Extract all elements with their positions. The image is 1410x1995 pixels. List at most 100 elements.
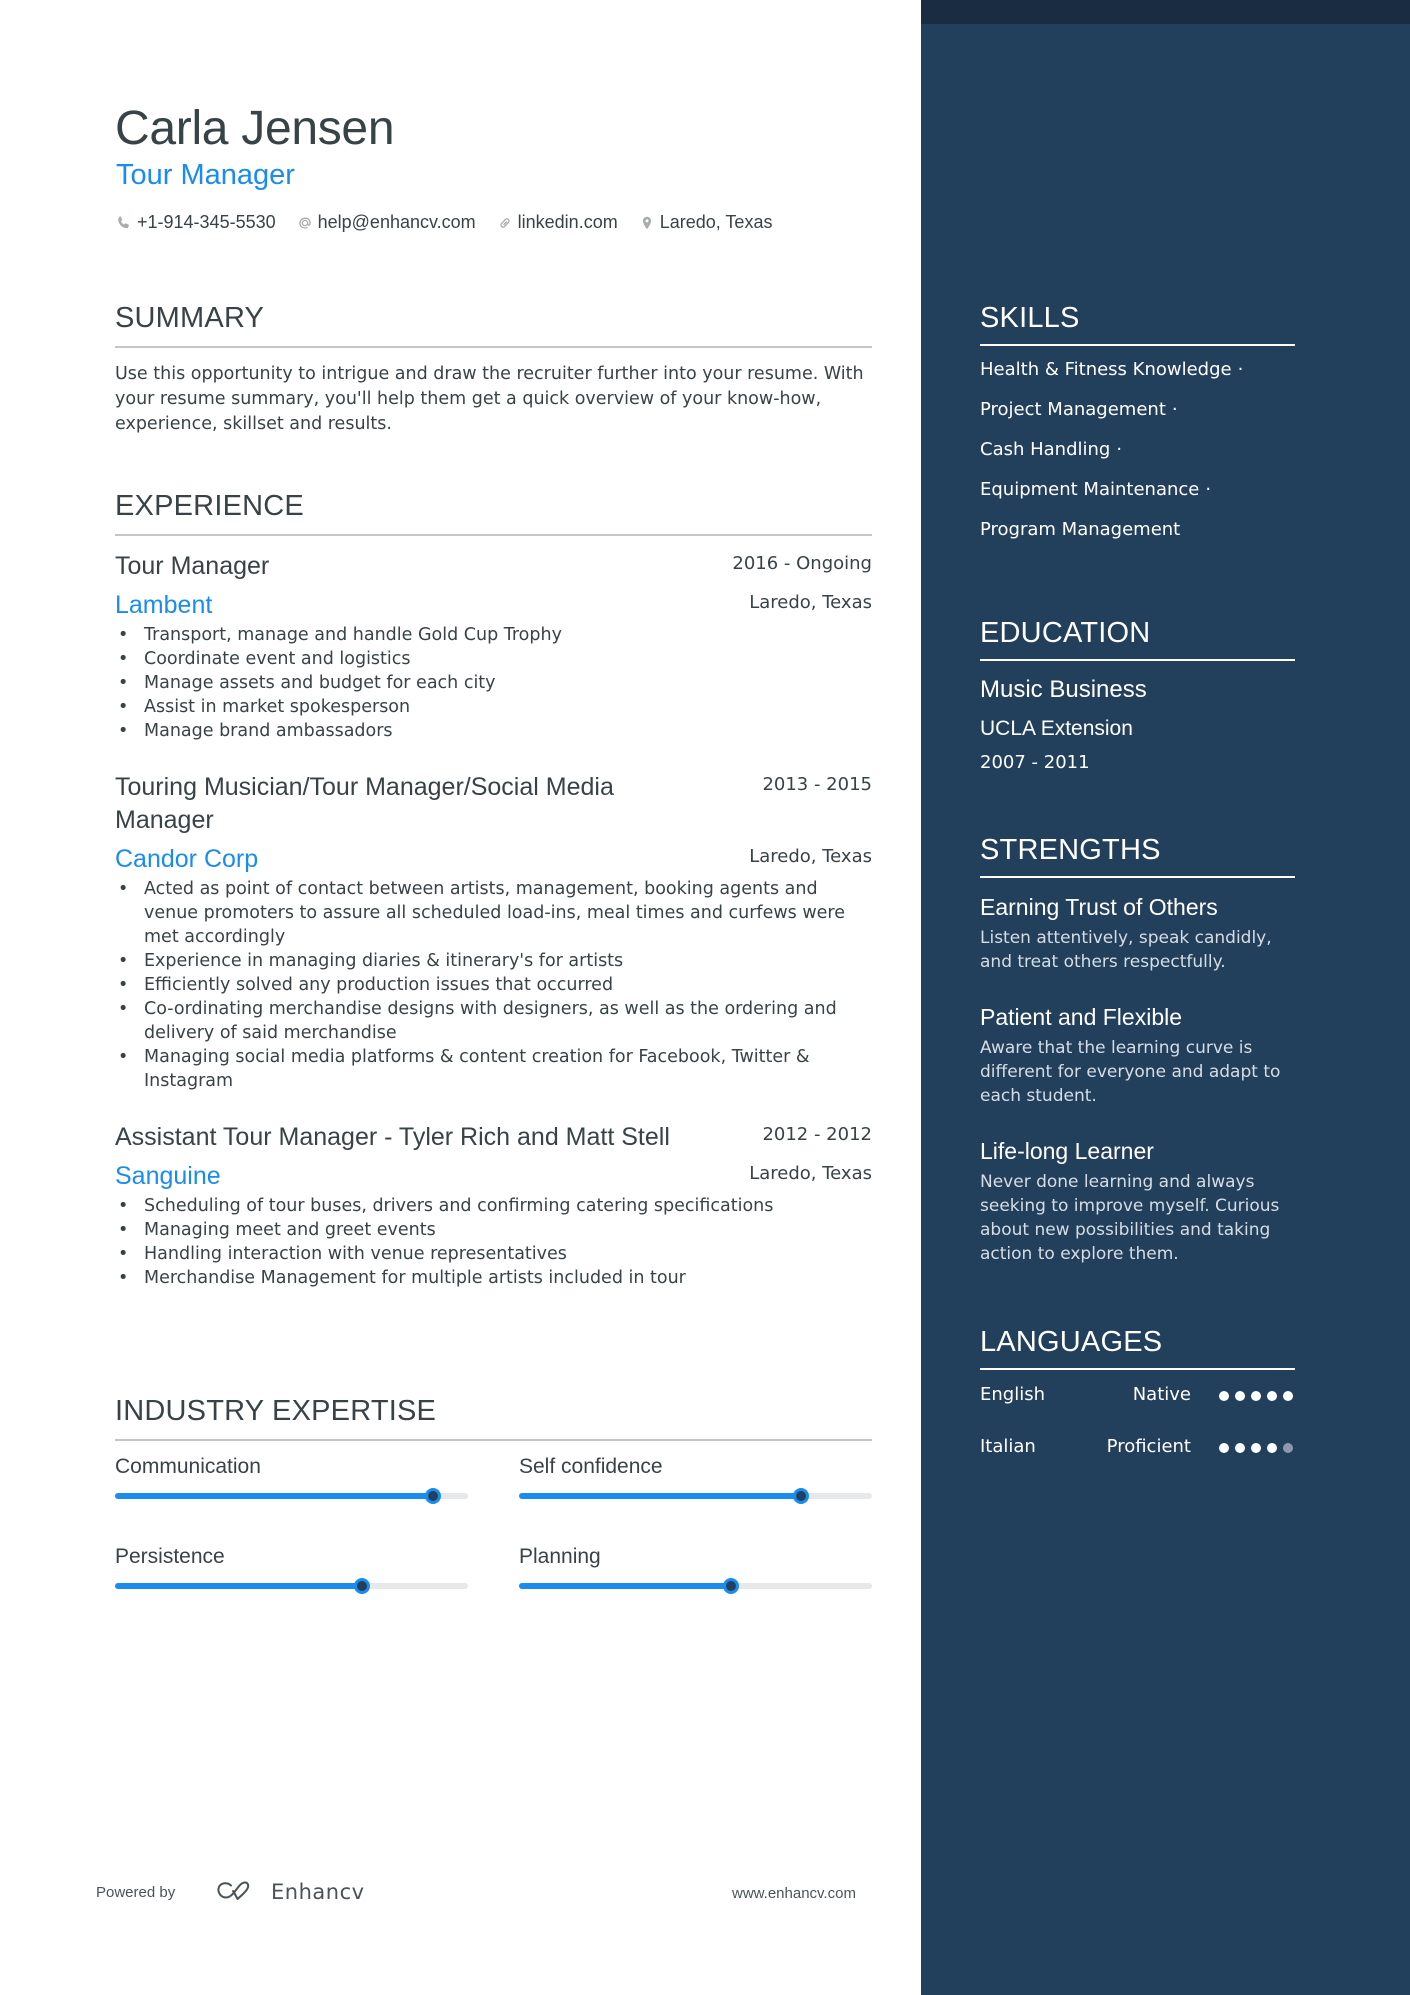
skill-item: Cash Handling ·	[980, 439, 1123, 460]
job-bullets: Transport, manage and handle Gold Cup Tr…	[115, 623, 872, 743]
language-level: Native	[1132, 1384, 1191, 1405]
job-bullet: Managing meet and greet events	[115, 1218, 872, 1242]
job-entry: Tour Manager 2016 - Ongoing Lambent Lare…	[115, 550, 872, 743]
expertise-label: Planning	[519, 1545, 601, 1568]
job-bullet: Transport, manage and handle Gold Cup Tr…	[115, 623, 872, 647]
strengths-section: STRENGTHS Earning Trust of Others Listen…	[980, 832, 1295, 1266]
strength-item: Life-long Learner Never done learning an…	[980, 1136, 1295, 1266]
language-row: Italian Proficient	[980, 1422, 1295, 1474]
expertise-item: Persistence	[115, 1543, 468, 1594]
skill-item: Program Management	[980, 519, 1181, 540]
job-location: Laredo, Texas	[749, 592, 872, 613]
candidate-role: Tour Manager	[116, 159, 295, 191]
expertise-bar	[519, 1488, 872, 1504]
level-dot-filled	[1219, 1443, 1229, 1453]
location-pin-icon	[638, 214, 656, 232]
contact-linkedin[interactable]: linkedin.com	[496, 212, 618, 233]
job-bullet: Handling interaction with venue represen…	[115, 1242, 872, 1266]
level-dot-filled	[1251, 1391, 1261, 1401]
expertise-grid: Communication Self confidence Persistenc…	[115, 1453, 872, 1633]
job-title: Touring Musician/Tour Manager/Social Med…	[115, 773, 614, 834]
contact-location-text: Laredo, Texas	[659, 212, 773, 232]
strengths-heading: STRENGTHS	[980, 834, 1161, 866]
section-divider	[115, 1439, 872, 1441]
expertise-bar	[519, 1578, 872, 1594]
job-company: Candor Corp	[115, 845, 259, 873]
job-company: Lambent	[115, 591, 213, 619]
job-bullet: Efficiently solved any production issues…	[115, 973, 872, 997]
level-dot-filled	[1267, 1443, 1277, 1453]
summary-section: SUMMARY Use this opportunity to intrigue…	[115, 300, 872, 437]
skills-section: SKILLS Health & Fitness Knowledge · Proje…	[980, 300, 1295, 550]
language-level: Proficient	[1106, 1436, 1191, 1457]
education-dates: 2007 - 2011	[980, 752, 1090, 773]
language-row: English Native	[980, 1370, 1295, 1422]
job-entry: Assistant Tour Manager - Tyler Rich and …	[115, 1121, 872, 1290]
job-title: Assistant Tour Manager - Tyler Rich and …	[115, 1123, 670, 1151]
expertise-label: Communication	[115, 1455, 261, 1478]
level-dot-filled	[1235, 1443, 1245, 1453]
contact-email[interactable]: help@enhancv.com	[296, 212, 476, 233]
link-icon	[496, 214, 514, 232]
expertise-bar	[115, 1578, 468, 1594]
job-bullet: Managing social media platforms & conten…	[115, 1045, 872, 1093]
languages-heading: LANGUAGES	[980, 1326, 1163, 1358]
expertise-bar-fill	[519, 1493, 802, 1499]
skill-item: Equipment Maintenance ·	[980, 479, 1212, 500]
job-bullet: Manage assets and budget for each city	[115, 671, 872, 695]
job-bullet: Manage brand ambassadors	[115, 719, 872, 743]
skills-heading: SKILLS	[980, 302, 1080, 334]
experience-heading: EXPERIENCE	[115, 490, 304, 522]
job-company: Sanguine	[115, 1162, 221, 1190]
strength-title: Patient and Flexible	[980, 1004, 1183, 1030]
level-dot-filled	[1251, 1443, 1261, 1453]
job-bullet: Acted as point of contact between artist…	[115, 877, 872, 949]
language-level-dots	[1219, 1443, 1293, 1453]
contact-linkedin-text: linkedin.com	[517, 212, 618, 232]
expertise-bar-knob	[722, 1578, 739, 1594]
section-divider	[980, 659, 1295, 661]
job-location: Laredo, Texas	[749, 1163, 872, 1184]
job-bullet: Merchandise Management for multiple arti…	[115, 1266, 872, 1290]
footer-url[interactable]: www.enhancv.com	[732, 1885, 856, 1902]
section-divider	[980, 344, 1295, 346]
job-bullets: Scheduling of tour buses, drivers and co…	[115, 1194, 872, 1290]
section-divider	[980, 876, 1295, 878]
skill-item: Health & Fitness Knowledge ·	[980, 359, 1244, 380]
strength-title: Life-long Learner	[980, 1138, 1154, 1164]
enhancv-logo-icon	[217, 1881, 250, 1900]
strength-description: Aware that the learning curve is differe…	[980, 1038, 1281, 1106]
strength-item: Patient and Flexible Aware that the lear…	[980, 1002, 1295, 1108]
sidebar-top-band	[921, 0, 1410, 24]
job-bullet: Assist in market spokesperson	[115, 695, 872, 719]
contact-phone-text: +1-914-345-5530	[137, 212, 276, 232]
expertise-label: Self confidence	[519, 1455, 663, 1478]
industry-expertise-heading: INDUSTRY EXPERTISE	[115, 1395, 437, 1427]
job-dates: 2016 - Ongoing	[732, 553, 872, 574]
contact-phone[interactable]: +1-914-345-5530	[115, 212, 276, 233]
strength-description: Never done learning and always seeking t…	[980, 1172, 1280, 1264]
expertise-bar-knob	[424, 1488, 441, 1504]
expertise-label: Persistence	[115, 1545, 225, 1568]
section-divider	[115, 534, 872, 536]
job-bullet: Co-ordinating merchandise designs with d…	[115, 997, 872, 1045]
job-title: Tour Manager	[115, 552, 270, 580]
job-dates: 2013 - 2015	[762, 774, 872, 795]
contact-bar: +1-914-345-5530 help@enhancv.com linkedi…	[115, 212, 792, 233]
enhancv-logo[interactable]: Enhancv	[215, 1878, 365, 1906]
expertise-bar-fill	[115, 1493, 433, 1499]
strength-item: Earning Trust of Others Listen attentive…	[980, 892, 1295, 974]
job-bullet: Scheduling of tour buses, drivers and co…	[115, 1194, 872, 1218]
level-dot-empty	[1283, 1443, 1293, 1453]
expertise-item: Self confidence	[519, 1453, 872, 1504]
expertise-bar-fill	[519, 1583, 731, 1589]
job-bullet: Coordinate event and logistics	[115, 647, 872, 671]
powered-by-label: Powered by	[96, 1884, 176, 1901]
languages-section: LANGUAGES English Native Italian Profici…	[980, 1324, 1295, 1474]
language-name: English	[980, 1384, 1045, 1405]
phone-icon	[115, 214, 133, 232]
job-dates: 2012 - 2012	[762, 1124, 872, 1145]
sidebar: SKILLS Health & Fitness Knowledge · Proje…	[921, 0, 1410, 1995]
job-entry: Touring Musician/Tour Manager/Social Med…	[115, 771, 872, 1093]
contact-location: Laredo, Texas	[638, 212, 773, 233]
